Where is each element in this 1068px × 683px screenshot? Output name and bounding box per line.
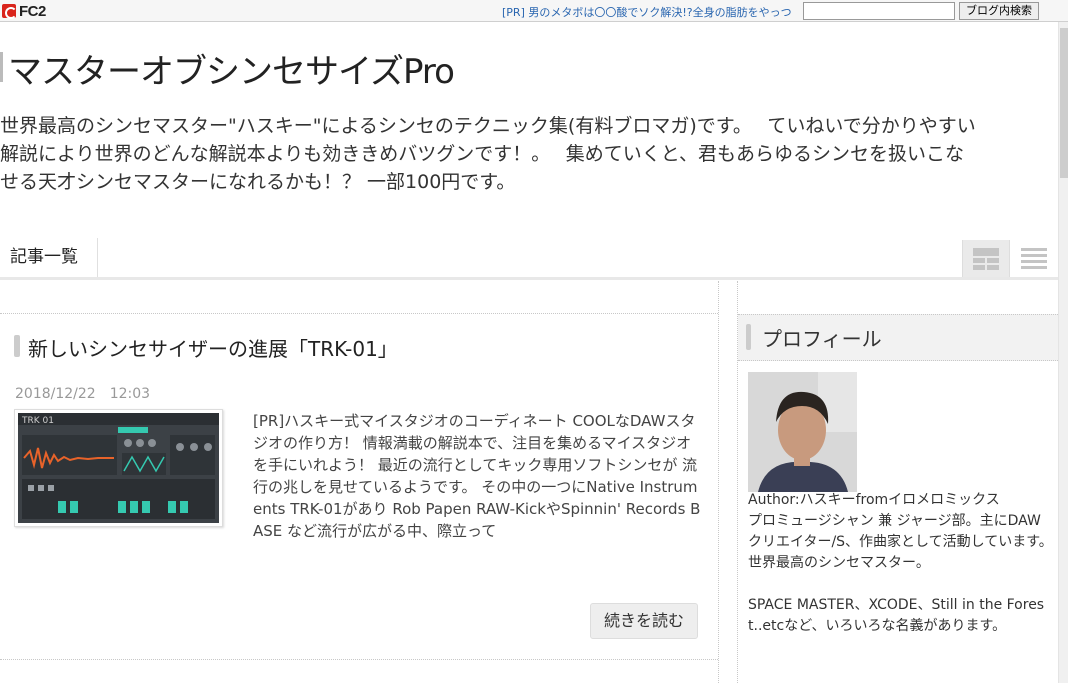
article-excerpt: [PR]ハスキー式マイスタジオのコーディネート COOLなDAWスタジオの作り方…: [253, 412, 701, 540]
tab-article-list[interactable]: 記事一覧: [0, 238, 98, 277]
fc2-topbar: FC2 [PR] 男のメタボは〇〇酸でソク解決!?全身の脂肪をやっつ ブログ内検…: [0, 0, 1068, 22]
author-avatar: [748, 372, 857, 492]
author-photo: [748, 372, 857, 492]
profile-text: Author:ハスキーfromイロメロミックス プロミュージシャン 兼 ジャージ…: [748, 490, 1053, 637]
profile-line: SPACE MASTER、XCODE、Still in the Forest..…: [748, 597, 1045, 634]
thumbnail-label: TRK 01: [21, 416, 54, 426]
row-divider: [0, 659, 718, 660]
synth-screenshot-image: TRK 01: [18, 413, 219, 523]
article-title[interactable]: 新しいシンセサイザーの進展「TRK-01」: [28, 333, 398, 362]
blog-title[interactable]: マスターオブシンセサイズPro: [8, 44, 455, 93]
blog-search-button[interactable]: ブログ内検索: [959, 2, 1039, 20]
grid-view-button[interactable]: [962, 240, 1010, 277]
article-title-accent: [14, 335, 20, 357]
list-view-button[interactable]: [1010, 240, 1058, 277]
profile-line: 世界最高のシンセマスター。: [748, 555, 930, 571]
fc2-logo-text: FC2: [19, 2, 46, 20]
scrollbar-thumb[interactable]: [1060, 28, 1068, 178]
blog-description: 世界最高のシンセマスター"ハスキー"によるシンセのテクニック集(有料ブロマガ)で…: [0, 112, 1058, 196]
read-more-button[interactable]: 続きを読む: [590, 603, 698, 639]
profile-spacer: [748, 574, 1053, 595]
blog-search-input[interactable]: [803, 2, 955, 20]
grid-view-icon: [973, 247, 999, 270]
row-divider: [0, 313, 718, 314]
profile-title: プロフィール: [762, 327, 882, 351]
pr-ad-link[interactable]: [PR] 男のメタボは〇〇酸でソク解決!?全身の脂肪をやっつ: [502, 4, 792, 20]
fc2-logo[interactable]: FC2: [2, 2, 46, 20]
nav-bar: 記事一覧: [0, 238, 1058, 280]
article-thumbnail[interactable]: TRK 01: [14, 409, 223, 527]
profile-title-accent: [746, 324, 751, 350]
list-view-icon: [1021, 247, 1047, 269]
article-date: 2018/12/22 12:03: [15, 386, 151, 402]
description-line: せる天才シンセマスターになれるかも！？ 一部100円です。: [0, 171, 516, 193]
fc2-logo-icon: [2, 4, 17, 19]
description-line: 世界最高のシンセマスター"ハスキー"によるシンセのテクニック集(有料ブロマガ)で…: [0, 115, 976, 137]
description-line: 解説により世界のどんな解説本よりも効ききめバツグンです！。 集めていくと、君もあ…: [0, 143, 965, 165]
title-accent-bar: [0, 52, 3, 82]
profile-author: Author:ハスキーfromイロメロミックス: [748, 492, 1000, 508]
profile-line: プロミュージシャン 兼 ジャージ部。主にDAWクリエイター/S、作曲家として活動…: [748, 513, 1053, 550]
column-divider: [718, 281, 719, 683]
page-scrollbar[interactable]: [1058, 22, 1068, 683]
